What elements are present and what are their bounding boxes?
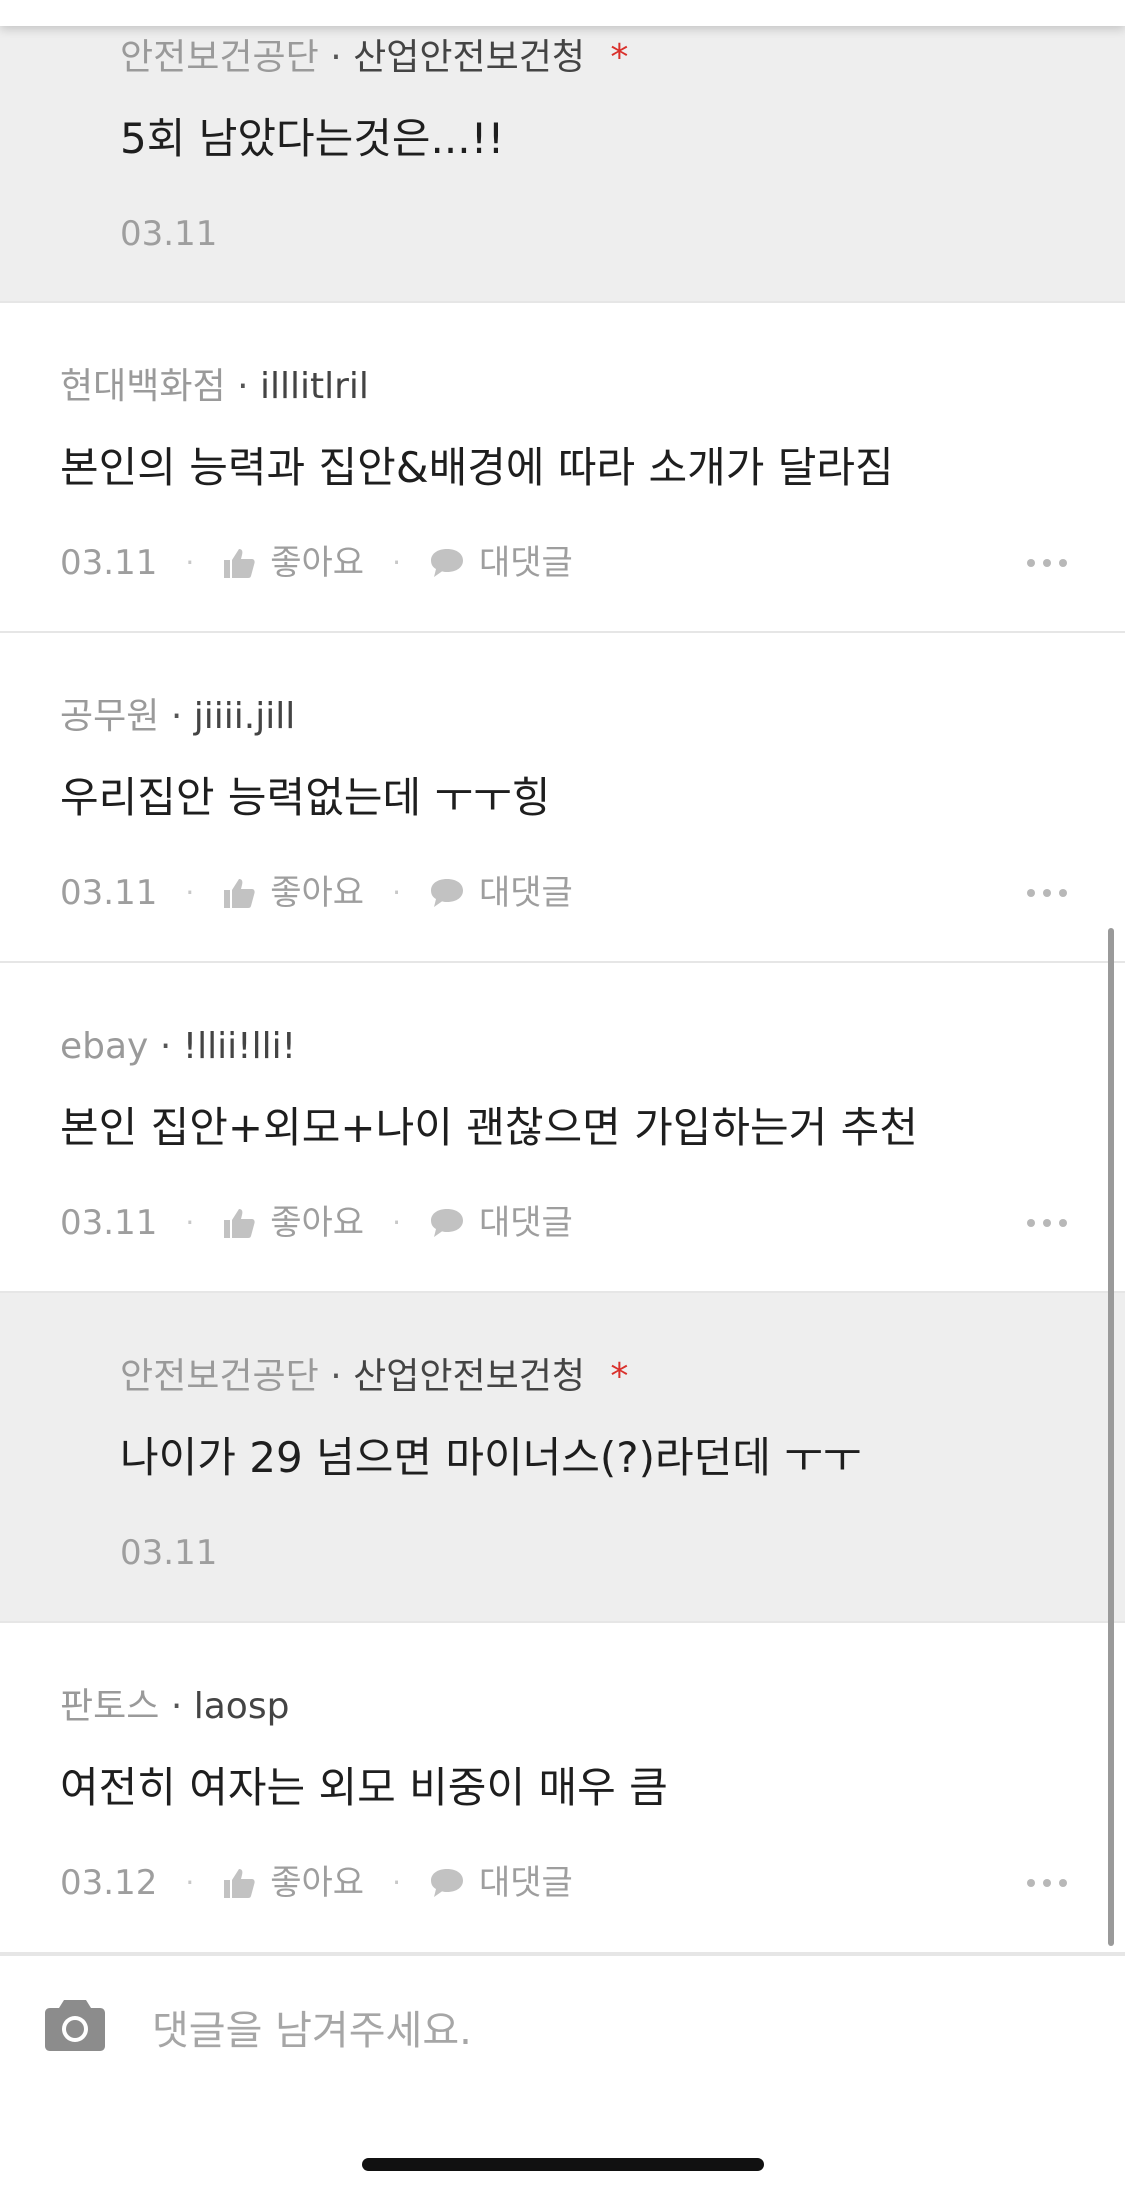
thumbs-up-icon xyxy=(224,549,255,578)
reply-button[interactable]: 대댓글 xyxy=(429,541,573,585)
comment-text: 본인의 능력과 집안&배경에 따라 소개가 달라짐 xyxy=(60,443,894,492)
author-nickname[interactable]: illlitlril xyxy=(260,366,369,407)
comment-reply: 안전보건공단 · 산업안전보건청 * 나이가 29 넘으면 마이너스(?)라던데… xyxy=(0,1293,1125,1623)
meta-separator: · xyxy=(330,1356,342,1397)
comment-meta: 판토스 · laosp xyxy=(60,1685,289,1729)
like-label: 좋아요 xyxy=(270,873,365,913)
comment-footer: 03.11 · 좋아요 · 대댓글 xyxy=(60,1201,573,1245)
comment-date: 03.12 xyxy=(60,1863,158,1903)
thumbs-up-icon xyxy=(224,1209,255,1238)
comment-item: ebay · !llii!lli! 본인 집안+외모+나이 괜찮으면 가입하는거… xyxy=(0,963,1125,1293)
comment-reply: 안전보건공단 · 산업안전보건청 * 5회 남았다는것은...!! 03.11 xyxy=(0,0,1125,303)
reply-label: 대댓글 xyxy=(479,1863,573,1903)
reply-label: 대댓글 xyxy=(479,1203,573,1243)
author-nickname[interactable]: 산업안전보건청 xyxy=(353,1356,585,1397)
like-button[interactable]: 좋아요 xyxy=(222,871,364,915)
reply-button[interactable]: 대댓글 xyxy=(429,871,573,915)
like-button[interactable]: 좋아요 xyxy=(222,541,364,585)
comment-date: 03.11 xyxy=(60,1203,158,1243)
comment-meta: 안전보건공단 · 산업안전보건청 * xyxy=(120,1355,628,1399)
meta-separator: · xyxy=(159,1026,172,1067)
speech-bubble-icon xyxy=(431,879,463,907)
author-company: 안전보건공단 xyxy=(120,37,319,78)
speech-bubble-icon xyxy=(431,549,463,577)
footer-separator: · xyxy=(392,1206,401,1239)
meta-separator: · xyxy=(237,366,249,407)
reply-label: 대댓글 xyxy=(479,543,573,583)
like-button[interactable]: 좋아요 xyxy=(222,1861,364,1905)
meta-separator: · xyxy=(170,1686,183,1727)
camera-icon[interactable] xyxy=(44,1998,106,2056)
comment-meta: 현대백화점 · illlitlril xyxy=(60,365,369,409)
speech-bubble-icon xyxy=(431,1209,463,1237)
comment-meta: 공무원 · jiiii.jill xyxy=(60,695,295,739)
comment-text: 우리집안 능력없는데 ㅜㅜ힝 xyxy=(60,773,551,822)
reply-button[interactable]: 대댓글 xyxy=(429,1201,573,1245)
thumbs-up-icon xyxy=(224,879,255,908)
like-label: 좋아요 xyxy=(270,1863,365,1903)
like-label: 좋아요 xyxy=(270,1203,365,1243)
author-company: ebay xyxy=(60,1026,149,1067)
author-company: 판토스 xyxy=(60,1686,160,1727)
more-dots-icon[interactable] xyxy=(1027,1879,1067,1887)
author-company: 안전보건공단 xyxy=(120,1356,319,1397)
comment-footer: 03.11 · 좋아요 · 대댓글 xyxy=(60,541,573,585)
author-mark: * xyxy=(610,37,629,78)
footer-separator: · xyxy=(392,1866,401,1899)
meta-separator: · xyxy=(330,37,342,78)
author-nickname[interactable]: jiiii.jill xyxy=(194,696,295,737)
reply-button[interactable]: 대댓글 xyxy=(429,1861,573,1905)
comment-date: 03.11 xyxy=(60,543,158,583)
like-label: 좋아요 xyxy=(270,543,365,583)
footer-separator: · xyxy=(392,546,401,579)
more-dots-icon[interactable] xyxy=(1027,889,1067,897)
footer-separator: · xyxy=(185,546,195,579)
comment-footer: 03.11 · 좋아요 · 대댓글 xyxy=(60,871,573,915)
footer-separator: · xyxy=(185,1206,195,1239)
comment-footer: 03.11 xyxy=(120,1531,217,1575)
comment-item: 현대백화점 · illlitlril 본인의 능력과 집안&배경에 따라 소개가… xyxy=(0,303,1125,633)
comment-footer: 03.11 xyxy=(120,212,217,256)
footer-separator: · xyxy=(185,1866,195,1899)
comment-item: 판토스 · laosp 여전히 여자는 외모 비중이 매우 큼 03.12 · … xyxy=(0,1623,1125,1954)
author-mark: * xyxy=(610,1356,629,1397)
speech-bubble-icon xyxy=(431,1869,463,1897)
comment-date: 03.11 xyxy=(120,214,218,254)
comment-input[interactable] xyxy=(150,1998,1054,2064)
comment-meta: 안전보건공단 · 산업안전보건청 * xyxy=(120,36,628,80)
comment-date: 03.11 xyxy=(120,1533,218,1573)
author-nickname[interactable]: 산업안전보건청 xyxy=(353,37,585,78)
comment-footer: 03.12 · 좋아요 · 대댓글 xyxy=(60,1861,573,1905)
meta-separator: · xyxy=(170,696,183,737)
comment-meta: ebay · !llii!lli! xyxy=(60,1025,296,1069)
thumbs-up-icon xyxy=(224,1869,255,1898)
footer-separator: · xyxy=(392,876,401,909)
comment-item: 공무원 · jiiii.jill 우리집안 능력없는데 ㅜㅜ힝 03.11 · … xyxy=(0,633,1125,963)
comment-text: 5회 남았다는것은...!! xyxy=(120,114,505,163)
comment-text: 나이가 29 넘으면 마이너스(?)라던데 ㅜㅜ xyxy=(120,1433,862,1482)
top-shadow-bar xyxy=(0,0,1125,26)
more-dots-icon[interactable] xyxy=(1027,1219,1067,1227)
author-nickname[interactable]: laosp xyxy=(194,1686,290,1727)
more-dots-icon[interactable] xyxy=(1027,559,1067,567)
home-indicator[interactable] xyxy=(362,2158,764,2171)
reply-label: 대댓글 xyxy=(479,873,573,913)
author-company: 현대백화점 xyxy=(60,366,226,407)
like-button[interactable]: 좋아요 xyxy=(222,1201,364,1245)
author-nickname[interactable]: !llii!lli! xyxy=(183,1026,296,1067)
scrollbar[interactable] xyxy=(1108,928,1114,1946)
comment-text: 여전히 여자는 외모 비중이 매우 큼 xyxy=(60,1763,668,1812)
comment-date: 03.11 xyxy=(60,873,158,913)
comment-text: 본인 집안+외모+나이 괜찮으면 가입하는거 추천 xyxy=(60,1103,918,1152)
author-company: 공무원 xyxy=(60,696,160,737)
footer-separator: · xyxy=(185,876,195,909)
